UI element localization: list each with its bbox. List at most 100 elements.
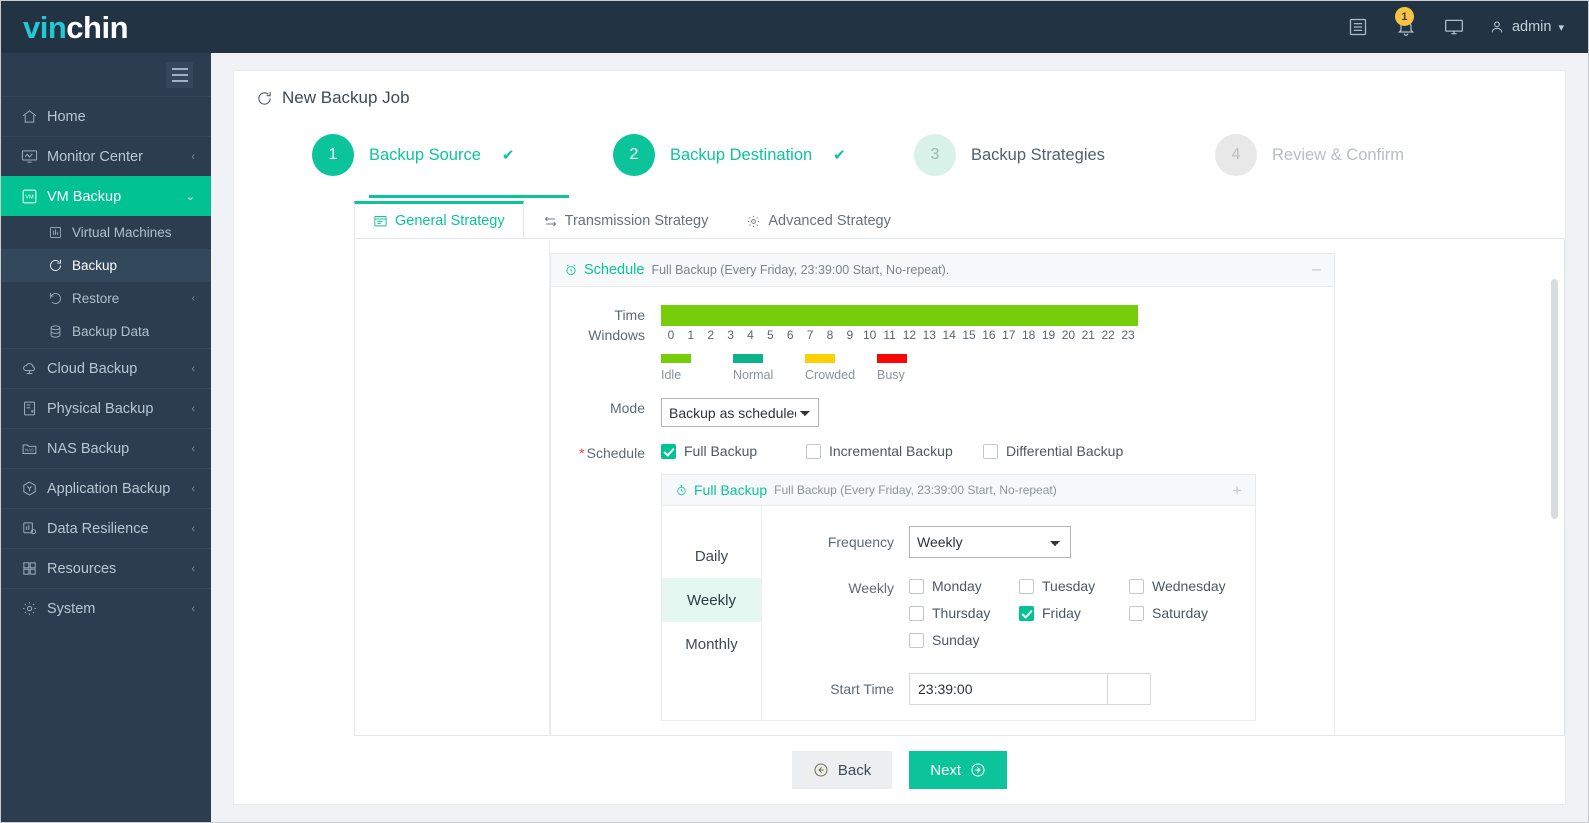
sidebar-item-resources[interactable]: Resources ‹ — [1, 548, 211, 588]
hour-tick: 2 — [707, 328, 715, 342]
checkbox-friday[interactable]: Friday — [1019, 605, 1129, 621]
sidebar-item-nas-backup[interactable]: NAS NAS Backup ‹ — [1, 428, 211, 468]
collapse-icon[interactable]: – — [1312, 262, 1321, 278]
sidebar-item-physical-backup[interactable]: Physical Backup ‹ — [1, 388, 211, 428]
sidebar-item-restore[interactable]: Restore ‹ — [1, 282, 211, 315]
hour-tick: 23 — [1121, 328, 1135, 342]
svg-text:VM: VM — [25, 195, 34, 201]
clock-icon[interactable] — [1107, 673, 1151, 705]
start-time-control — [909, 673, 1255, 705]
schedule-section-body: Time Windows 0 1 2 3 4 5 6 7 8 9 10 11 12 13 14 15 16 17 1… — [551, 287, 1334, 721]
sidebar-item-system[interactable]: System ‹ — [1, 588, 211, 628]
sidebar-item-backup[interactable]: Backup — [1, 249, 211, 282]
legend-swatch — [661, 354, 691, 363]
chevron-left-icon: ‹ — [191, 522, 195, 535]
tab-label: Advanced Strategy — [768, 213, 891, 229]
time-windows-ticks: 0 1 2 3 4 5 6 7 8 9 10 11 12 13 14 15 16 17 18 19 20 21 22 23 — [661, 328, 1138, 342]
app-root: vinchin 1 admin ▾ Home Monitor Center ‹ … — [0, 0, 1589, 823]
hour-tick: 7 — [806, 328, 814, 342]
schedule-type-checkboxes: Full Backup Incremental Backup Different… — [661, 443, 1334, 459]
start-time-input[interactable] — [909, 673, 1107, 705]
sidebar-item-label: System — [47, 600, 96, 617]
sidebar-item-virtual-machines[interactable]: Virtual Machines — [1, 216, 211, 249]
start-time-label: Start Time — [830, 681, 894, 697]
step-backup-strategies[interactable]: 3 Backup Strategies — [914, 134, 1215, 176]
sidebar-item-application-backup[interactable]: Application Backup ‹ — [1, 468, 211, 508]
step-backup-source[interactable]: 1 Backup Source ✔ — [312, 134, 613, 198]
bell-icon[interactable]: 1 — [1393, 7, 1419, 40]
period-tab-daily[interactable]: Daily — [662, 534, 761, 578]
weekday-checkbox-grid: Monday Tuesday Wednesday Thursday Friday Satu… — [909, 572, 1239, 659]
period-tab-weekly[interactable]: Weekly — [662, 578, 761, 622]
schedule-section: Schedule Full Backup (Every Friday, 23:3… — [550, 253, 1335, 735]
sidebar-item-data-resilience[interactable]: Data Resilience ‹ — [1, 508, 211, 548]
back-button-label: Back — [837, 761, 872, 779]
page-title: New Backup Job — [234, 71, 1565, 122]
checkbox-wednesday[interactable]: Wednesday — [1129, 578, 1239, 594]
tab-label: General Strategy — [395, 213, 505, 229]
period-tab-monthly[interactable]: Monthly — [662, 622, 761, 666]
sidebar-item-home[interactable]: Home — [1, 96, 211, 136]
step-backup-destination[interactable]: 2 Backup Destination ✔ — [613, 134, 914, 176]
monitor-icon[interactable] — [1441, 14, 1467, 40]
sidebar-item-monitor-center[interactable]: Monitor Center ‹ — [1, 136, 211, 176]
hamburger-icon[interactable] — [166, 61, 193, 88]
full-backup-form: Frequency DailyWeeklyMonthly Weekly — [762, 506, 1255, 720]
add-icon[interactable]: + — [1232, 482, 1242, 499]
checkbox-thursday[interactable]: Thursday — [909, 605, 1019, 621]
legend-item: Normal — [733, 354, 805, 382]
sidebar-item-cloud-backup[interactable]: Cloud Backup ‹ — [1, 348, 211, 388]
checkbox-full-backup[interactable]: Full Backup — [661, 443, 806, 459]
checkbox-box — [909, 578, 924, 594]
page-title-text: New Backup Job — [282, 88, 410, 107]
checkbox-incremental-backup[interactable]: Incremental Backup — [806, 443, 983, 459]
tab-label: Transmission Strategy — [564, 213, 709, 229]
timer-icon — [677, 484, 686, 495]
checkbox-saturday[interactable]: Saturday — [1129, 605, 1239, 621]
hour-tick: 12 — [902, 328, 917, 342]
sidebar-item-vm-backup[interactable]: VM VM Backup ⌄ — [1, 176, 211, 216]
legend-label: Idle — [661, 368, 682, 382]
checkbox-sunday[interactable]: Sunday — [909, 632, 1019, 648]
frequency-label: Frequency — [827, 534, 894, 550]
resilience-icon — [21, 520, 47, 537]
hour-tick: 13 — [922, 328, 936, 342]
sidebar-item-label: Backup Data — [72, 324, 150, 339]
vertical-scrollbar[interactable] — [1551, 279, 1558, 519]
next-button-label: Next — [930, 761, 962, 779]
start-time-field — [909, 673, 1151, 705]
checkbox-tuesday[interactable]: Tuesday — [1019, 578, 1129, 594]
weekly-label: Weekly — [848, 580, 894, 596]
sidebar-item-label: Restore — [72, 291, 120, 306]
tab-transmission-strategy[interactable]: Transmission Strategy — [524, 201, 728, 239]
checkbox-differential-backup[interactable]: Differential Backup — [983, 443, 1123, 459]
checkbox-label: Thursday — [932, 605, 991, 621]
sidebar-item-backup-data[interactable]: Backup Data — [1, 315, 211, 348]
brand-logo[interactable]: vinchin — [1, 12, 211, 43]
chevron-left-icon: ‹ — [191, 362, 195, 375]
tab-general-strategy[interactable]: General Strategy — [354, 201, 524, 239]
frequency-select[interactable]: DailyWeeklyMonthly — [909, 526, 1071, 558]
full-backup-section: Full Backup Full Backup (Every Friday, 2… — [661, 474, 1256, 721]
checkbox-box — [1019, 605, 1034, 621]
chevron-left-icon: ‹ — [191, 482, 195, 495]
step-review-confirm[interactable]: 4 Review & Confirm — [1215, 134, 1516, 176]
legend-swatch — [733, 354, 763, 363]
mode-select[interactable]: Backup as scheduledBackup onceBackup now — [661, 398, 819, 427]
notification-badge: 1 — [1394, 7, 1414, 26]
wizard-steps: 1 Backup Source ✔ 2 Backup Destination ✔… — [234, 122, 1565, 198]
sidebar-item-label: Data Resilience — [47, 520, 149, 537]
hour-tick: 19 — [1041, 328, 1056, 342]
legend-swatch — [805, 354, 835, 363]
tab-advanced-strategy[interactable]: Advanced Strategy — [727, 201, 910, 239]
full-backup-header: Full Backup Full Backup (Every Friday, 2… — [662, 475, 1255, 506]
checkbox-box — [909, 605, 924, 621]
back-button[interactable]: Back — [791, 751, 893, 789]
next-button[interactable]: Next — [909, 751, 1008, 789]
legend-label: Crowded — [805, 368, 856, 382]
time-windows-bar[interactable] — [661, 305, 1138, 326]
brand-logo-part2: chin — [66, 9, 129, 45]
checkbox-monday[interactable]: Monday — [909, 578, 1019, 594]
list-icon[interactable] — [1345, 14, 1371, 40]
user-menu[interactable]: admin ▾ — [1489, 19, 1564, 35]
